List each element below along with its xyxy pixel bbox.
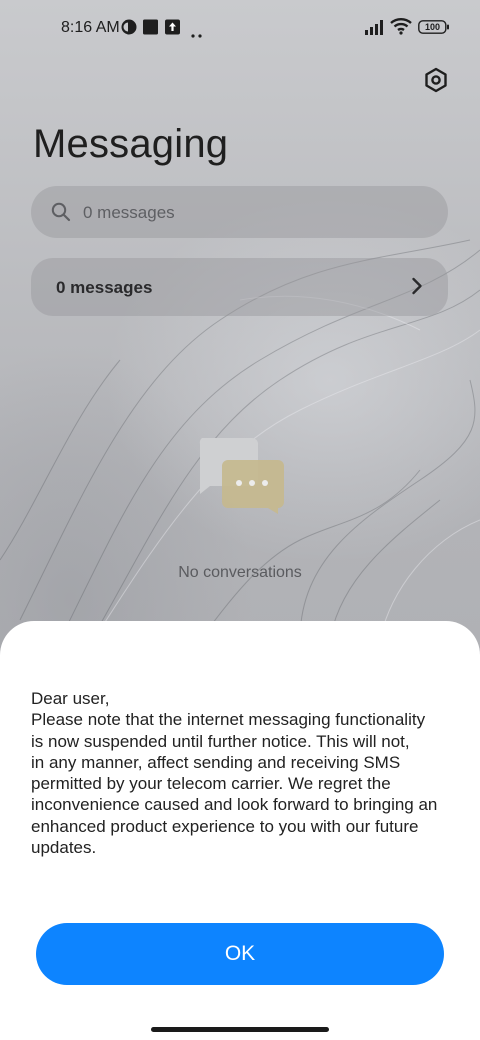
upload-notification-icon bbox=[165, 19, 180, 40]
battery-level: 100 bbox=[424, 22, 441, 32]
search-placeholder: 0 messages bbox=[83, 203, 175, 222]
dialog-message-line: enhanced product experience to you with … bbox=[31, 816, 419, 836]
page-title: Messaging bbox=[33, 122, 229, 166]
messages-row-label: 0 messages bbox=[56, 278, 153, 297]
dialog-message-line: in any manner, affect sending and receiv… bbox=[31, 752, 401, 772]
signal-icon bbox=[364, 19, 386, 40]
more-dots-icon bbox=[190, 25, 204, 43]
ok-button[interactable]: OK bbox=[36, 923, 444, 985]
home-indicator[interactable] bbox=[151, 1027, 329, 1032]
gear-icon bbox=[425, 67, 447, 93]
settings-button[interactable] bbox=[420, 64, 452, 96]
empty-state-text: No conversations bbox=[178, 564, 302, 581]
chevron-right-icon bbox=[411, 277, 423, 300]
dialog-message-line: is now suspended until further notice. T… bbox=[31, 731, 410, 751]
status-time: 8:16 AM bbox=[61, 19, 120, 36]
wifi-icon bbox=[390, 17, 412, 40]
dialog-message-line: Dear user, bbox=[31, 689, 110, 708]
dialog-message-line: Please note that the internet messaging … bbox=[31, 710, 426, 730]
messages-row[interactable]: 0 messages bbox=[31, 258, 448, 316]
dialog-message-line: permitted by your telecom carrier. We re… bbox=[31, 774, 391, 794]
status-bar: 8:16 AM 100 bbox=[0, 0, 480, 56]
dialog-message-line: updates. bbox=[31, 838, 97, 858]
dialog-message: Dear user, Please note that the internet… bbox=[31, 688, 461, 858]
search-icon bbox=[51, 202, 71, 227]
dialog-message-line: inconvenience caused and look forward to… bbox=[31, 795, 438, 815]
square-notification-icon bbox=[143, 19, 158, 40]
vpn-key-icon bbox=[121, 19, 137, 40]
chat-bubbles-icon bbox=[196, 438, 286, 523]
search-input[interactable]: 0 messages bbox=[31, 186, 448, 238]
